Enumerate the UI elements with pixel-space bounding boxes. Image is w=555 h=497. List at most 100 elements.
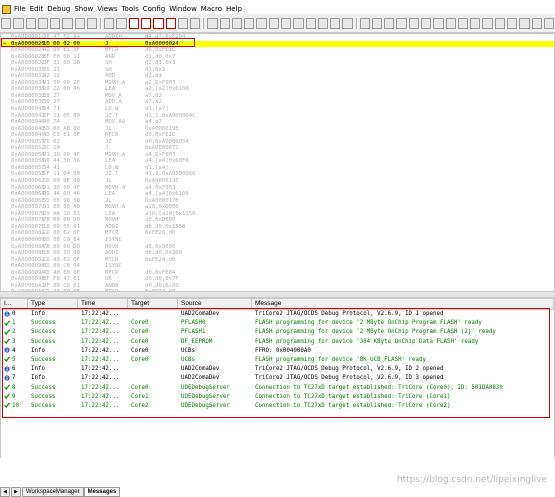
console-icon[interactable] (371, 17, 383, 29)
tab-messages[interactable]: Messages (83, 487, 121, 497)
tab-workspace-manager[interactable]: WorkspaceManager (22, 487, 84, 497)
col-header-time[interactable]: Time (78, 299, 128, 309)
col-header-index[interactable]: I... (1, 299, 28, 309)
target-icon[interactable] (396, 17, 407, 29)
success-check-icon (4, 393, 11, 400)
pane-splitter[interactable] (0, 291, 555, 298)
message-source-cell: UAD2ComaDev (181, 311, 220, 317)
watch-icon[interactable] (177, 17, 189, 29)
message-index-cell: 10 (1, 402, 28, 411)
message-source-cell: UDEDebugServer (181, 393, 230, 400)
stop-icon[interactable] (141, 17, 152, 29)
connect-icon[interactable] (457, 17, 469, 29)
info-icon[interactable] (421, 17, 432, 29)
message-row[interactable]: 10 Success 17:22:42... Core2 UDEDebugServer C… (1, 402, 554, 411)
menu-help[interactable]: Help (224, 5, 244, 13)
message-row[interactable]: 2 Success 17:22:42... Core0 PFLASH1 FLASH pro… (1, 328, 554, 337)
menu-show[interactable]: Show (72, 5, 95, 13)
breakpoint-icon[interactable] (165, 17, 176, 29)
load-icon[interactable] (482, 17, 493, 29)
tab-scroll-right-icon[interactable]: ▶ (11, 487, 21, 497)
message-source-cell: PFLASH1 (181, 329, 206, 336)
run-icon[interactable] (116, 17, 127, 29)
menu-tools[interactable]: Tools (119, 5, 140, 13)
disasm-icon[interactable] (330, 17, 341, 29)
view-icon[interactable] (256, 17, 267, 29)
message-row[interactable]: 5 Success 17:22:42... Core0 UCBs FLASH progra… (1, 356, 554, 365)
menu-file[interactable]: File (12, 5, 28, 13)
message-message-cell: FLASH programming for device '2 MByte On… (255, 320, 482, 327)
message-type-cell: Success (31, 320, 56, 327)
message-target-cell: Core0 (131, 329, 149, 336)
trace-icon[interactable] (231, 17, 243, 29)
zoom-in-icon[interactable] (531, 17, 542, 29)
toolbar-separator (100, 17, 102, 29)
col-header-message[interactable]: Message (252, 299, 554, 309)
refresh-icon[interactable] (281, 17, 292, 29)
message-message-cell: FFRO: 0x004000A0 (255, 347, 311, 354)
source-icon[interactable] (317, 17, 329, 29)
cut-icon[interactable] (1, 17, 12, 29)
message-index-cell: 6 (1, 365, 28, 374)
settings-icon[interactable] (293, 17, 304, 29)
message-row[interactable]: 1 Success 17:22:42... Core0 PFLASH0 FLASH pro… (1, 319, 554, 328)
bottom-tab-strip: ◀ ▶ WorkspaceManager Messages (0, 487, 121, 497)
message-time-cell: 17:22:42... (81, 402, 120, 409)
undo-icon[interactable] (37, 17, 49, 29)
sync-icon[interactable] (408, 17, 420, 29)
message-index-cell: 3 (1, 338, 28, 347)
message-row[interactable]: 4 Info 17:22:42... Core0 UCBs FFRO: 0x004000A… (1, 347, 554, 356)
coverage-icon[interactable] (445, 17, 456, 29)
find-icon[interactable] (74, 17, 85, 29)
copy-icon[interactable] (13, 17, 24, 29)
message-message-cell: Connection to TC27xD target established:… (255, 402, 451, 409)
disconnect-icon[interactable] (470, 17, 481, 29)
message-type-cell: Info (31, 347, 45, 354)
tab-scroll-left-icon[interactable]: ◀ (0, 487, 10, 497)
col-header-type[interactable]: Type (28, 299, 78, 309)
col-header-source[interactable]: Source (178, 299, 252, 309)
menu-window[interactable]: Window (167, 5, 199, 13)
message-row[interactable]: 6 Info 17:22:42... UAD2ComaDev TriCore2 JTAG… (1, 365, 554, 374)
message-index: 10 (12, 402, 19, 409)
step-icon[interactable] (128, 17, 140, 29)
locals-icon[interactable] (359, 17, 370, 29)
flash-icon[interactable] (384, 17, 395, 29)
col-header-target[interactable]: Target (128, 299, 178, 309)
disassembly-view[interactable]: 0xA000001C 3B 47 E2 04 ADDIH d4,d7,0xE204 ⇨ 0… (0, 33, 555, 293)
bookmark-icon[interactable] (104, 17, 115, 29)
help-icon[interactable] (305, 17, 316, 29)
cpu-icon[interactable] (219, 17, 230, 29)
menu-debug[interactable]: Debug (45, 5, 72, 13)
export-icon[interactable] (507, 17, 518, 29)
memory-icon[interactable] (190, 17, 201, 29)
message-index: 3 (12, 338, 16, 345)
zoom-out-icon[interactable] (543, 17, 555, 29)
message-index-cell: 0 (1, 310, 28, 319)
menu-views[interactable]: Views (95, 5, 119, 13)
find-next-icon[interactable] (86, 17, 98, 29)
save-icon[interactable] (494, 17, 506, 29)
success-check-icon (4, 338, 11, 345)
layout-icon[interactable] (268, 17, 280, 29)
message-index: 8 (12, 384, 16, 391)
window-icon[interactable] (244, 17, 255, 29)
message-row[interactable]: 9 Success 17:22:42... Core1 UDEDebugServer Co… (1, 393, 554, 402)
reset-icon[interactable] (153, 17, 164, 29)
call-stack-icon[interactable] (342, 17, 353, 29)
redo-icon[interactable] (50, 17, 61, 29)
paste-icon[interactable] (25, 17, 36, 29)
register-icon[interactable] (207, 17, 218, 29)
message-index-cell: 4 (1, 347, 28, 356)
message-row[interactable]: 0 Info 17:22:42... UAD2ComaDev TriCore2 JTAG… (1, 310, 554, 319)
menu-macro[interactable]: Macro (199, 5, 224, 13)
message-row[interactable]: 8 Success 17:22:42... Core0 UDEDebugServer Co… (1, 384, 554, 393)
import-icon[interactable] (519, 17, 530, 29)
message-row[interactable]: 3 Success 17:22:42... Core0 DF_EEPROM FLASH p… (1, 338, 554, 347)
menu-edit[interactable]: Edit (28, 5, 46, 13)
menu-config[interactable]: Config (141, 5, 167, 13)
profile-icon[interactable] (433, 17, 444, 29)
message-row[interactable]: 7 Info 17:22:42... UAD2ComaDev TriCore2 JTAG… (1, 374, 554, 383)
print-icon[interactable] (62, 17, 73, 29)
message-type-cell: Success (31, 329, 56, 336)
